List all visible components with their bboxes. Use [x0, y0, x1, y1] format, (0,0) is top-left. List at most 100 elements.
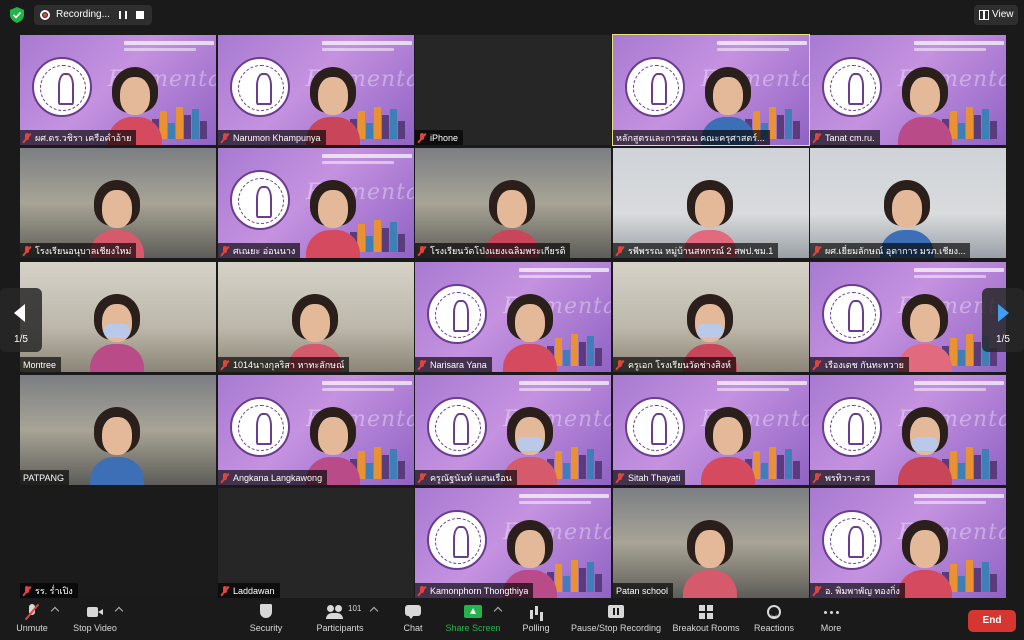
- participants-button[interactable]: 101 Participants: [312, 604, 368, 638]
- stop-recording-icon[interactable]: [136, 11, 144, 19]
- breakout-rooms-label: Breakout Rooms: [672, 623, 740, 633]
- share-screen-button[interactable]: Share Screen: [444, 604, 502, 638]
- participant-tile[interactable]: Elementary Educationพรทิวา-สวร: [810, 375, 1006, 485]
- participant-tile[interactable]: Elementary Educationศเณยะ อ่อนนาง: [218, 148, 414, 258]
- chat-bubble-icon: [404, 604, 422, 620]
- participant-tile[interactable]: ผศ.เยี่ยมลักษณ์ อุดาการ มรภ.เชียง...: [810, 148, 1006, 258]
- stop-video-button[interactable]: Stop Video: [70, 604, 120, 638]
- participant-name: Laddawan: [233, 585, 275, 596]
- reactions-label: Reactions: [753, 623, 795, 633]
- participant-name: ผศ.เยี่ยมลักษณ์ อุดาการ มรภ.เชียง...: [825, 245, 966, 256]
- university-logo-icon: [230, 397, 290, 457]
- participant-tile[interactable]: Elementary Educationเรืองเดช กันทะหวาย: [810, 262, 1006, 372]
- participant-tile[interactable]: Elementary EducationNarisara Yana: [415, 262, 611, 372]
- participant-tile[interactable]: Elementary EducationAngkana Langkawong: [218, 375, 414, 485]
- participant-tile[interactable]: รพีพรรณ หมู่บ้านสหกรณ์ 2 สพป.ชม.1: [613, 148, 809, 258]
- participant-tile[interactable]: Elementary Educationอ. พิมพาพัญ ทองกิ่ง: [810, 488, 1006, 598]
- participant-tile[interactable]: Patan school: [613, 488, 809, 598]
- participant-tile[interactable]: โรงเรียนวัดโป่งแยงเฉลิมพระเกียรติ: [415, 148, 611, 258]
- pause-recording-icon[interactable]: [119, 11, 127, 19]
- encryption-shield-icon[interactable]: [10, 7, 24, 23]
- participant-figure: [503, 294, 557, 372]
- end-meeting-button[interactable]: End: [968, 610, 1016, 632]
- university-logo-icon: [625, 57, 685, 117]
- participant-tile[interactable]: Elementary Educationครูณัฐนันท์ แสนเรือน: [415, 375, 611, 485]
- next-page-button[interactable]: 1/5: [982, 288, 1024, 352]
- muted-mic-icon: [813, 585, 821, 596]
- pause-stop-recording-button[interactable]: Pause/Stop Recording: [568, 604, 664, 638]
- slide-header-text: [717, 41, 807, 61]
- participant-tile[interactable]: Elementary EducationKamonphorn Thongthiy…: [415, 488, 611, 598]
- participant-tile[interactable]: โรงเรียนอนุบาลเชียงใหม่: [20, 148, 216, 258]
- reactions-button[interactable]: Reactions: [752, 604, 796, 638]
- view-button[interactable]: View: [974, 5, 1018, 25]
- participant-figure: [898, 67, 952, 145]
- participant-name: Montree: [23, 359, 57, 370]
- participant-tile[interactable]: Elementary EducationSitah Thayati: [613, 375, 809, 485]
- participant-name: 1014นางกุลริสา หาทะลักษณ์: [233, 359, 345, 370]
- participant-name-label: Tanat cm.ru.: [810, 130, 880, 145]
- muted-mic-icon: [813, 472, 821, 483]
- breakout-rooms-button[interactable]: Breakout Rooms: [672, 604, 740, 638]
- more-label: More: [820, 623, 842, 633]
- recording-label: Recording...: [56, 9, 110, 20]
- participant-tile[interactable]: Elementary EducationTanat cm.ru.: [810, 35, 1006, 145]
- university-logo-icon: [427, 510, 487, 570]
- polling-button[interactable]: Polling: [518, 604, 554, 638]
- participant-tile[interactable]: ครูเอก โรงเรียนวัดช่างสิงห์: [613, 262, 809, 372]
- recording-indicator: Recording...: [34, 5, 152, 25]
- participant-name: Patan school: [616, 585, 669, 596]
- muted-mic-icon: [418, 132, 426, 143]
- participant-name: Tanat cm.ru.: [825, 132, 875, 143]
- participant-tile[interactable]: iPhone: [415, 35, 611, 145]
- slide-header-text: [322, 154, 412, 174]
- participant-tile[interactable]: 1014นางกุลริสา หาทะลักษณ์: [218, 262, 414, 372]
- chat-button[interactable]: Chat: [398, 604, 428, 638]
- participant-name-label: Sitah Thayati: [613, 470, 686, 485]
- unmute-button[interactable]: Unmute: [12, 604, 52, 638]
- slide-header-text: [717, 381, 807, 401]
- participants-icon: 101: [326, 604, 361, 620]
- audio-options-caret-icon[interactable]: [50, 606, 60, 616]
- participant-tile[interactable]: PATPANG: [20, 375, 216, 485]
- participant-name: รร. ร่ำเปิง: [35, 585, 73, 596]
- slide-header-text: [519, 268, 609, 288]
- participant-name-label: Angkana Langkawong: [218, 470, 328, 485]
- security-button[interactable]: Security: [246, 604, 286, 638]
- stop-video-label: Stop Video: [73, 623, 117, 633]
- slide-header-text: [519, 494, 609, 514]
- muted-mic-icon: [616, 359, 624, 370]
- participant-tile[interactable]: Montree: [20, 262, 216, 372]
- muted-mic-icon: [23, 132, 31, 143]
- page-indicator-left: 1/5: [14, 334, 28, 345]
- participant-name-label: ผศ.เยี่ยมลักษณ์ อุดาการ มรภ.เชียง...: [810, 243, 971, 258]
- participant-tile[interactable]: Laddawan: [218, 488, 414, 598]
- share-screen-icon: [464, 604, 482, 620]
- participants-options-caret-icon[interactable]: [369, 606, 379, 616]
- participant-name-label: ครูเอก โรงเรียนวัดช่างสิงห์: [613, 357, 736, 372]
- muted-mic-icon: [221, 132, 229, 143]
- participant-name-label: รพีพรรณ หมู่บ้านสหกรณ์ 2 สพป.ชม.1: [613, 243, 779, 258]
- security-label: Security: [249, 623, 283, 633]
- participant-tile[interactable]: Elementary Educationผศ.ดร.วชิรา เครือคำอ…: [20, 35, 216, 145]
- muted-mic-icon: [418, 472, 426, 483]
- more-button[interactable]: More: [816, 604, 846, 638]
- participant-name-label: Patan school: [613, 583, 674, 598]
- participant-figure: [90, 407, 144, 485]
- participant-tile[interactable]: รร. ร่ำเปิง: [20, 488, 216, 598]
- participant-tile[interactable]: Elementary EducationNarumon Khampunya: [218, 35, 414, 145]
- slide-header-text: [519, 381, 609, 401]
- participant-name-label: โรงเรียนวัดโป่งแยงเฉลิมพระเกียรติ: [415, 243, 571, 258]
- participant-name: ศเณยะ อ่อนนาง: [233, 245, 296, 256]
- previous-page-button[interactable]: 1/5: [0, 288, 42, 352]
- participant-name: เรืองเดช กันทะหวาย: [825, 359, 904, 370]
- participant-name-label: Kamonphorn Thongthiya: [415, 583, 534, 598]
- university-logo-icon: [625, 397, 685, 457]
- pause-recording-icon: [607, 604, 625, 620]
- view-label: View: [992, 9, 1014, 20]
- participant-tile[interactable]: Elementary Educationหลักสูตรและการสอน คณ…: [612, 34, 810, 146]
- muted-mic-icon: [221, 585, 229, 596]
- participant-name: Narumon Khampunya: [233, 132, 321, 143]
- participant-name: พรทิวา-สวร: [825, 472, 871, 483]
- muted-mic-icon: [418, 585, 426, 596]
